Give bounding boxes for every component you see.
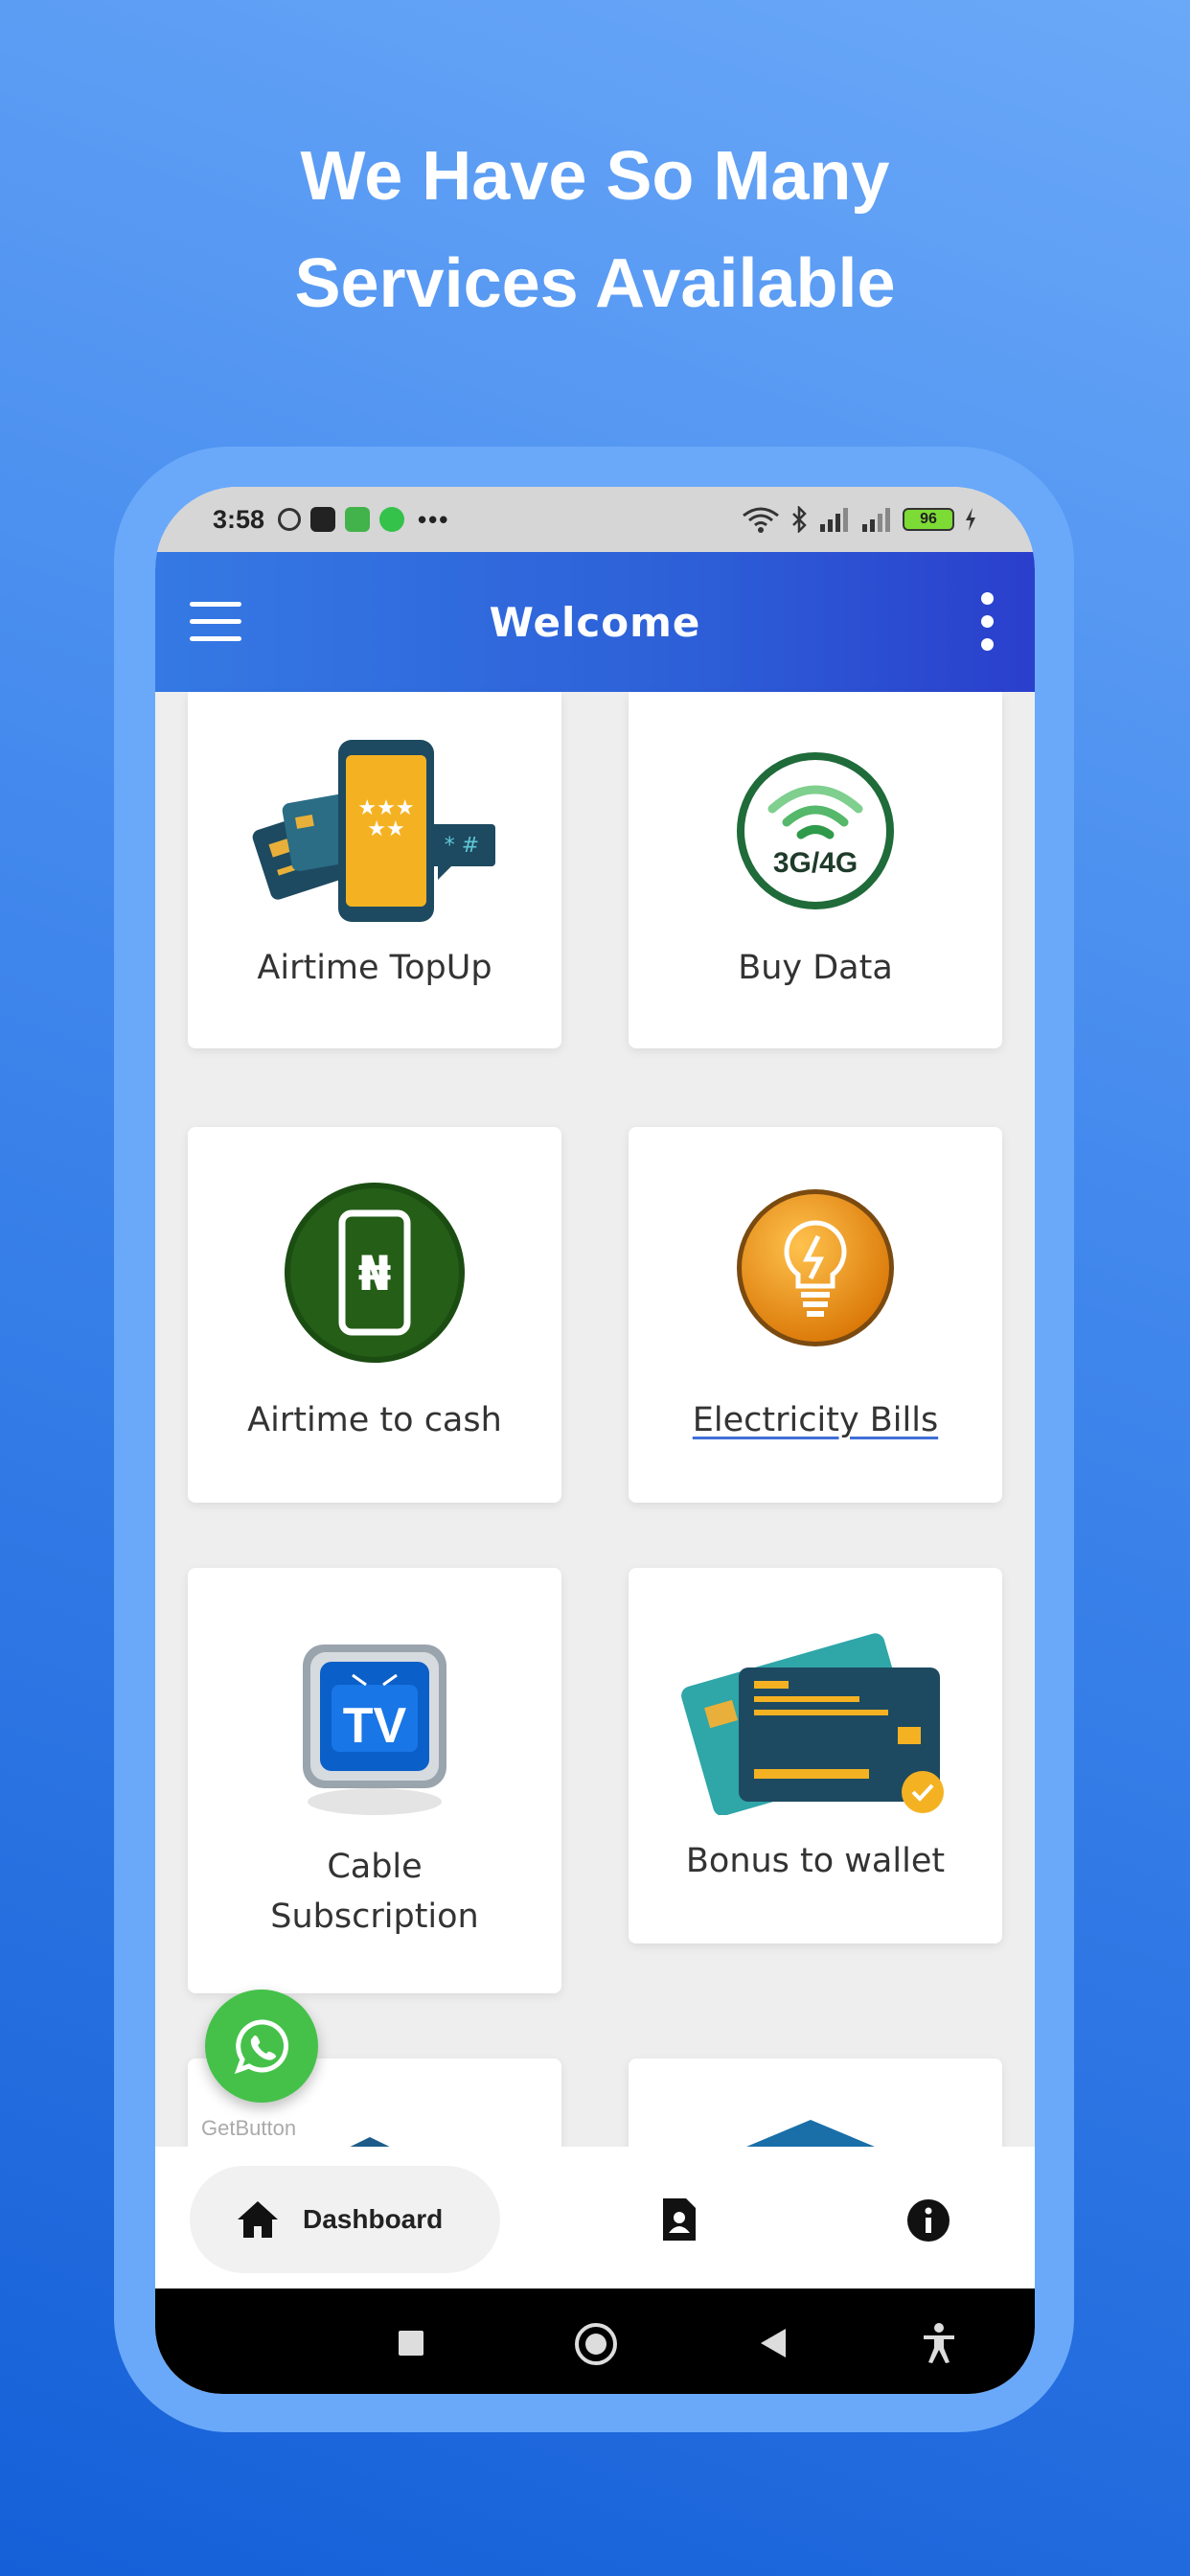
home-button[interactable] [575, 2323, 617, 2365]
back-button[interactable] [761, 2329, 786, 2358]
nav-dashboard-label: Dashboard [303, 2204, 444, 2234]
status-indicators: 96 [742, 506, 977, 533]
wallet-cards-icon [681, 1633, 944, 1815]
bluetooth-icon [792, 506, 807, 533]
nav-item-dashboard[interactable]: Dashboard [190, 2166, 500, 2273]
service-label: Buy Data [738, 949, 893, 987]
service-label: Airtime to cash [247, 1401, 502, 1439]
headline-line-1: We Have So Many [300, 138, 890, 215]
lightbulb-icon [737, 1189, 894, 1346]
tv-icon: TV [303, 1644, 446, 1815]
phone-cards-icon: ★★★ ★★ * # [252, 740, 495, 922]
svg-text:★★: ★★ [367, 817, 404, 841]
home-icon [238, 2201, 278, 2238]
svg-text:* #: * # [445, 834, 479, 858]
accessibility-icon[interactable] [922, 2323, 956, 2363]
nav-item-info[interactable] [906, 2198, 950, 2242]
tv-text: TV [343, 1698, 407, 1754]
signal-icon [820, 508, 848, 532]
app-notification-icon [310, 507, 336, 532]
whatsapp-icon [234, 2019, 289, 2075]
more-notifications-icon: ••• [418, 504, 450, 534]
service-label: Airtime TopUp [257, 949, 492, 987]
battery-icon: 96 [903, 508, 954, 531]
headline-line-2: Services Available [294, 245, 896, 322]
service-label-line2: Subscription [270, 1898, 479, 1936]
app-notification-icon [345, 507, 371, 532]
nav-item-profile-document[interactable] [659, 2196, 698, 2242]
app-bar: Welcome [155, 552, 1035, 692]
service-label: Electricity Bills [692, 1401, 939, 1439]
service-card-buy-data[interactable]: 3G/4G Buy Data [629, 692, 1002, 1048]
service-card-electricity-bills[interactable]: Electricity Bills [629, 1127, 1002, 1503]
service-card-cable-subscription[interactable]: TV Cable Subscription [188, 1568, 561, 1993]
whatsapp-chat-button[interactable] [205, 1990, 318, 2103]
phone-naira-icon: ₦ [285, 1183, 465, 1363]
service-card-bonus-to-wallet[interactable]: Bonus to wallet [629, 1568, 1002, 1944]
status-bar: 3:58 ••• 96 [155, 487, 1035, 552]
promo-headline: We Have So Many Services Available [0, 123, 1190, 337]
signal-4g-icon [862, 508, 890, 532]
wifi-3g4g-text: 3G/4G [773, 847, 858, 879]
service-label-line1: Cable [327, 1848, 423, 1886]
service-label: Bonus to wallet [685, 1842, 946, 1880]
charging-icon [966, 508, 975, 531]
overflow-menu-icon[interactable] [981, 592, 995, 652]
alarm-icon [278, 508, 302, 531]
hamburger-menu-icon[interactable] [190, 602, 241, 642]
wifi-3g4g-icon: 3G/4G [737, 752, 894, 909]
wifi-icon [743, 507, 779, 533]
recents-button[interactable] [399, 2331, 423, 2356]
bottom-navigation: Dashboard [155, 2147, 1035, 2288]
service-card-airtime-topup[interactable]: ★★★ ★★ * # Airtime TopUp [188, 692, 561, 1048]
system-navigation-bar [155, 2288, 1035, 2394]
whatsapp-notification-icon [379, 507, 405, 532]
naira-symbol: ₦ [358, 1246, 392, 1301]
status-time: 3:58 [213, 504, 265, 534]
page-title: Welcome [489, 598, 701, 646]
getbutton-caption: GetButton [201, 2116, 297, 2140]
phone-screen: 3:58 ••• 96 Welcome ★★★ ★★ * # Airtime T… [155, 487, 1035, 2394]
service-card-airtime-to-cash[interactable]: ₦ Airtime to cash [188, 1127, 561, 1503]
